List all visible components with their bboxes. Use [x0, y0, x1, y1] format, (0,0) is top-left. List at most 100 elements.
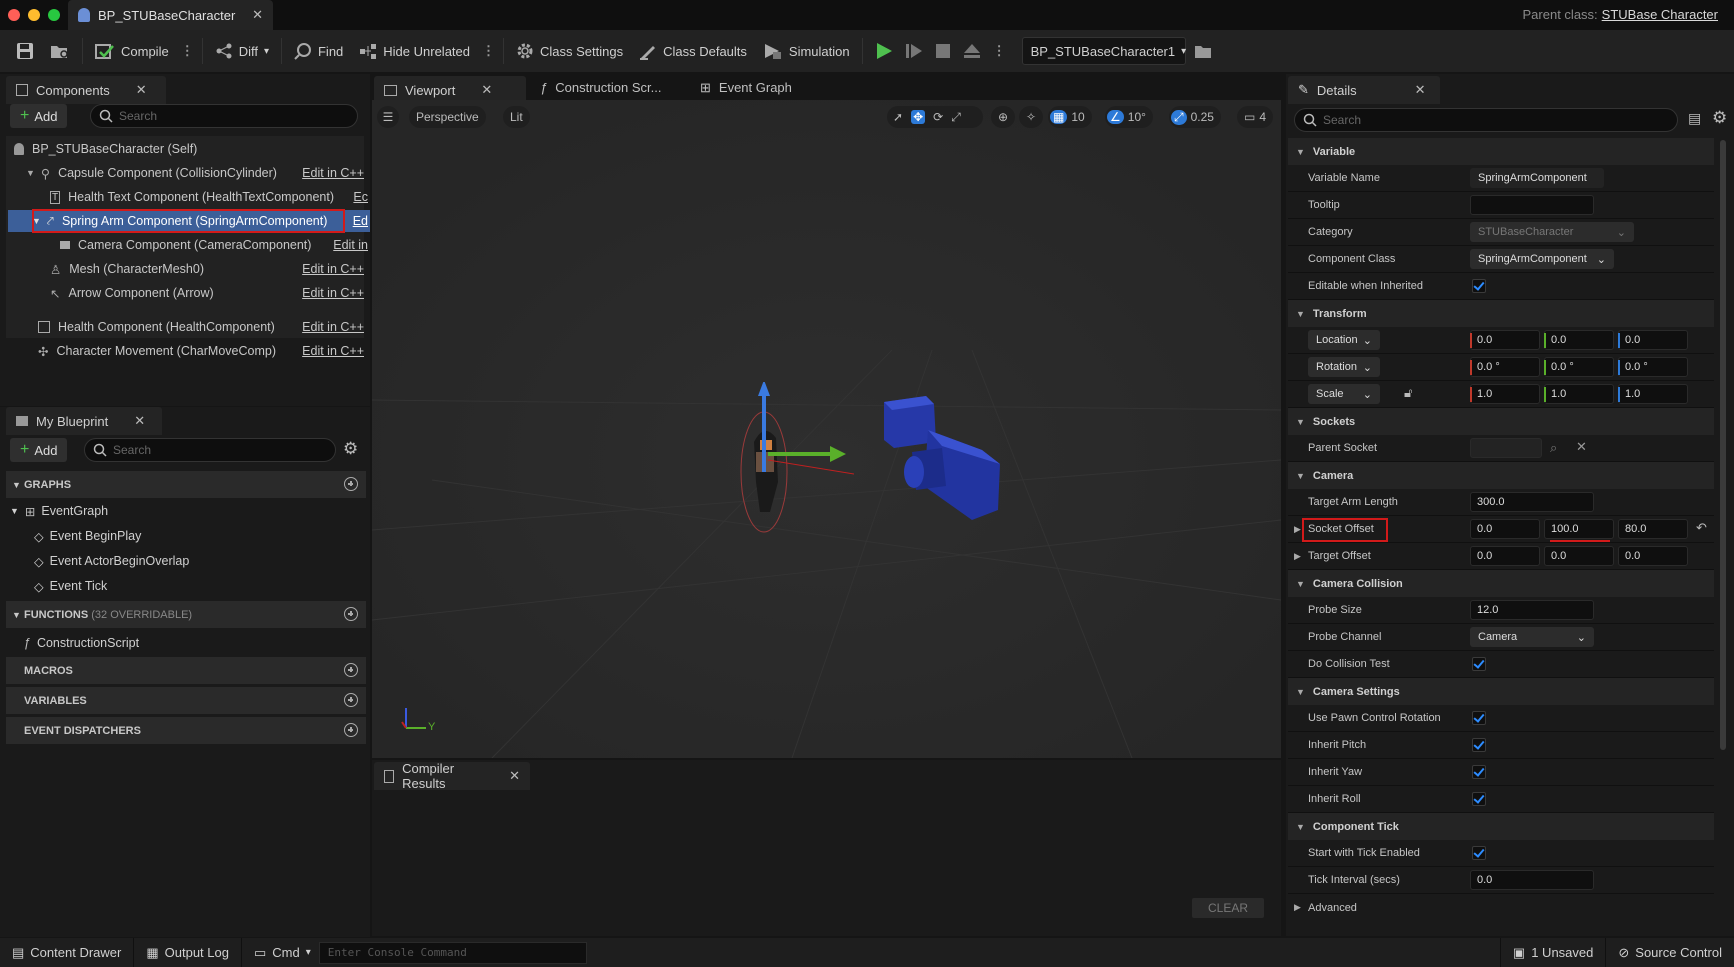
more-options-icon[interactable]: ⋮ — [478, 43, 499, 59]
socket-offset-z-field[interactable]: 80.0 — [1618, 519, 1688, 539]
browse-button[interactable] — [42, 36, 78, 66]
tab-compiler-results[interactable]: Compiler Results ✕ — [374, 761, 530, 791]
debug-browse-button[interactable] — [1186, 36, 1220, 66]
edit-in-cpp-link[interactable]: Edit in C++ — [302, 320, 364, 334]
tab-construction-script[interactable]: ƒ Construction Scr... — [540, 80, 661, 95]
tooltip-field[interactable] — [1470, 195, 1594, 215]
location-x-field[interactable]: 0.0 — [1470, 330, 1540, 350]
edit-in-cpp-link[interactable]: Edit in C++ — [302, 286, 364, 300]
save-button[interactable] — [0, 36, 42, 66]
socket-offset-y-field[interactable]: 100.0 — [1544, 519, 1614, 539]
inherit-yaw-checkbox[interactable] — [1472, 765, 1486, 779]
add-variable-icon[interactable] — [344, 693, 358, 707]
hide-unrelated-button[interactable]: Hide Unrelated — [351, 36, 478, 66]
location-z-field[interactable]: 0.0 — [1618, 330, 1688, 350]
target-arm-length-field[interactable]: 300.0 — [1470, 492, 1594, 512]
details-section-camera-settings[interactable]: ▼ Camera Settings — [1288, 678, 1714, 705]
use-pawn-control-rotation-checkbox[interactable] — [1472, 711, 1486, 725]
category-select[interactable]: STUBaseCharacter ⌄ — [1470, 222, 1634, 242]
close-icon[interactable]: ✕ — [481, 82, 492, 98]
close-icon[interactable]: ✕ — [1415, 82, 1426, 98]
play-icon[interactable] — [875, 42, 893, 60]
section-functions[interactable]: ▼ FUNCTIONS (32 OVERRIDABLE) — [6, 601, 366, 628]
tree-item-movement[interactable]: ✣ Character Movement (CharMoveComp) Edit i… — [10, 340, 370, 362]
section-event-dispatchers[interactable]: EVENT DISPATCHERS — [6, 717, 366, 744]
grid-snap-button[interactable]: ▦ 10 — [1048, 106, 1092, 128]
parent-socket-field[interactable] — [1470, 438, 1542, 458]
close-window-button[interactable] — [8, 9, 20, 21]
tree-item-self[interactable]: BP_STUBaseCharacter (Self) — [10, 138, 370, 160]
chevron-right-icon[interactable]: ▶ — [1294, 524, 1301, 535]
world-local-button[interactable]: ⊕ — [991, 106, 1016, 128]
class-settings-button[interactable]: Class Settings — [508, 36, 631, 66]
components-search-input[interactable]: Search — [90, 104, 358, 128]
rotation-z-field[interactable]: 0.0 ° — [1618, 357, 1688, 377]
debug-object-select[interactable]: BP_STUBaseCharacter1 ▾ — [1021, 37, 1186, 65]
location-y-field[interactable]: 0.0 — [1544, 330, 1614, 350]
scale-z-field[interactable]: 1.0 — [1618, 384, 1688, 404]
socket-offset-x-field[interactable]: 0.0 — [1470, 519, 1540, 539]
perspective-button[interactable]: Perspective — [409, 106, 486, 128]
console-command-input[interactable]: Enter Console Command — [318, 941, 587, 964]
clear-socket-icon[interactable]: ✕ — [1576, 439, 1587, 455]
cmd-select[interactable]: ▭ Cmd ▾ — [242, 938, 311, 967]
tab-event-graph[interactable]: ⊞ Event Graph — [700, 80, 792, 96]
rotation-x-field[interactable]: 0.0 ° — [1470, 357, 1540, 377]
probe-size-field[interactable]: 12.0 — [1470, 600, 1594, 620]
variable-name-field[interactable]: SpringArmComponent — [1470, 168, 1604, 188]
close-tab-icon[interactable]: ✕ — [252, 7, 263, 23]
add-macro-icon[interactable] — [344, 663, 358, 677]
rotation-snap-button[interactable]: ∠ 10° — [1105, 106, 1153, 128]
edit-in-cpp-link[interactable]: Edit in — [333, 238, 368, 252]
edit-in-cpp-link[interactable]: Edit in C++ — [302, 344, 364, 358]
event-begin-play[interactable]: ◇ Event BeginPlay — [34, 524, 141, 548]
tree-item-capsule[interactable]: ▼ ⚲ Capsule Component (CollisionCylinder) E… — [10, 162, 370, 184]
play-options-icon[interactable]: ⋮ — [989, 43, 1010, 59]
add-dispatcher-icon[interactable] — [344, 723, 358, 737]
diff-button[interactable]: Diff ▾ — [207, 36, 277, 66]
parent-class-link[interactable]: STUBase Character — [1602, 7, 1718, 22]
edit-in-cpp-link[interactable]: Edit in C++ — [302, 262, 364, 276]
location-mode-select[interactable]: Location ⌄ — [1308, 330, 1380, 350]
target-offset-x-field[interactable]: 0.0 — [1470, 546, 1540, 566]
tab-details[interactable]: ✎ Details ✕ — [1288, 76, 1440, 104]
gear-icon[interactable]: ⚙ — [343, 439, 358, 459]
close-icon[interactable]: ✕ — [509, 768, 520, 784]
add-component-button[interactable]: + Add — [10, 104, 68, 128]
compile-options-icon[interactable]: ⋮ — [177, 43, 198, 59]
tab-my-blueprint[interactable]: My Blueprint ✕ — [6, 407, 162, 435]
component-class-select[interactable]: SpringArmComponent ⌄ — [1470, 249, 1614, 269]
add-graph-icon[interactable] — [344, 477, 358, 491]
tree-item-arrow[interactable]: ↖ Arrow Component (Arrow) Edit in C++ — [10, 282, 370, 304]
scale-snap-button[interactable]: ⤢ 0.25 — [1169, 106, 1221, 128]
content-drawer-button[interactable]: ▤ Content Drawer — [0, 938, 135, 967]
surface-snap-button[interactable]: ✧ — [1019, 106, 1044, 128]
camera-speed-button[interactable]: ▭ 4 — [1237, 106, 1274, 128]
rotation-mode-select[interactable]: Rotation ⌄ — [1308, 357, 1380, 377]
compile-button[interactable]: Compile — [87, 36, 177, 66]
table-view-icon[interactable]: ▤ — [1688, 110, 1701, 127]
unsaved-button[interactable]: ▣ 1 Unsaved — [1499, 938, 1607, 967]
details-section-component-tick[interactable]: ▼ Component Tick — [1288, 813, 1714, 840]
inherit-roll-checkbox[interactable] — [1472, 792, 1486, 806]
scale-y-field[interactable]: 1.0 — [1544, 384, 1614, 404]
event-graph-item[interactable]: ▼ ⊞ EventGraph — [10, 499, 108, 523]
do-collision-test-checkbox[interactable] — [1472, 657, 1486, 671]
eject-icon[interactable] — [963, 42, 981, 60]
close-icon[interactable]: ✕ — [134, 413, 145, 429]
section-macros[interactable]: MACROS — [6, 657, 366, 684]
viewport-canvas[interactable]: Y ☰ Perspective Lit ➚ ✥ ⟳ ⤢ ⊕ ✧ ▦ 10 ∠ 10°… — [372, 100, 1281, 758]
add-member-button[interactable]: + Add — [10, 438, 68, 462]
section-graphs[interactable]: ▼ GRAPHS — [6, 471, 366, 498]
scale-icon[interactable]: ⤢ — [951, 110, 961, 125]
edit-in-cpp-link[interactable]: Ec — [353, 190, 368, 204]
document-tab[interactable]: BP_STUBaseCharacter ✕ — [68, 0, 273, 30]
chevron-right-icon[interactable]: ▶ — [1294, 551, 1301, 562]
step-icon[interactable] — [905, 42, 923, 60]
clear-button[interactable]: CLEAR — [1192, 898, 1264, 918]
details-search-input[interactable]: Search — [1294, 108, 1678, 132]
move-icon[interactable]: ✥ — [911, 110, 926, 124]
gear-icon[interactable]: ⚙ — [1712, 108, 1727, 128]
scale-x-field[interactable]: 1.0 — [1470, 384, 1540, 404]
output-log-button[interactable]: ▦ Output Log — [134, 938, 242, 967]
